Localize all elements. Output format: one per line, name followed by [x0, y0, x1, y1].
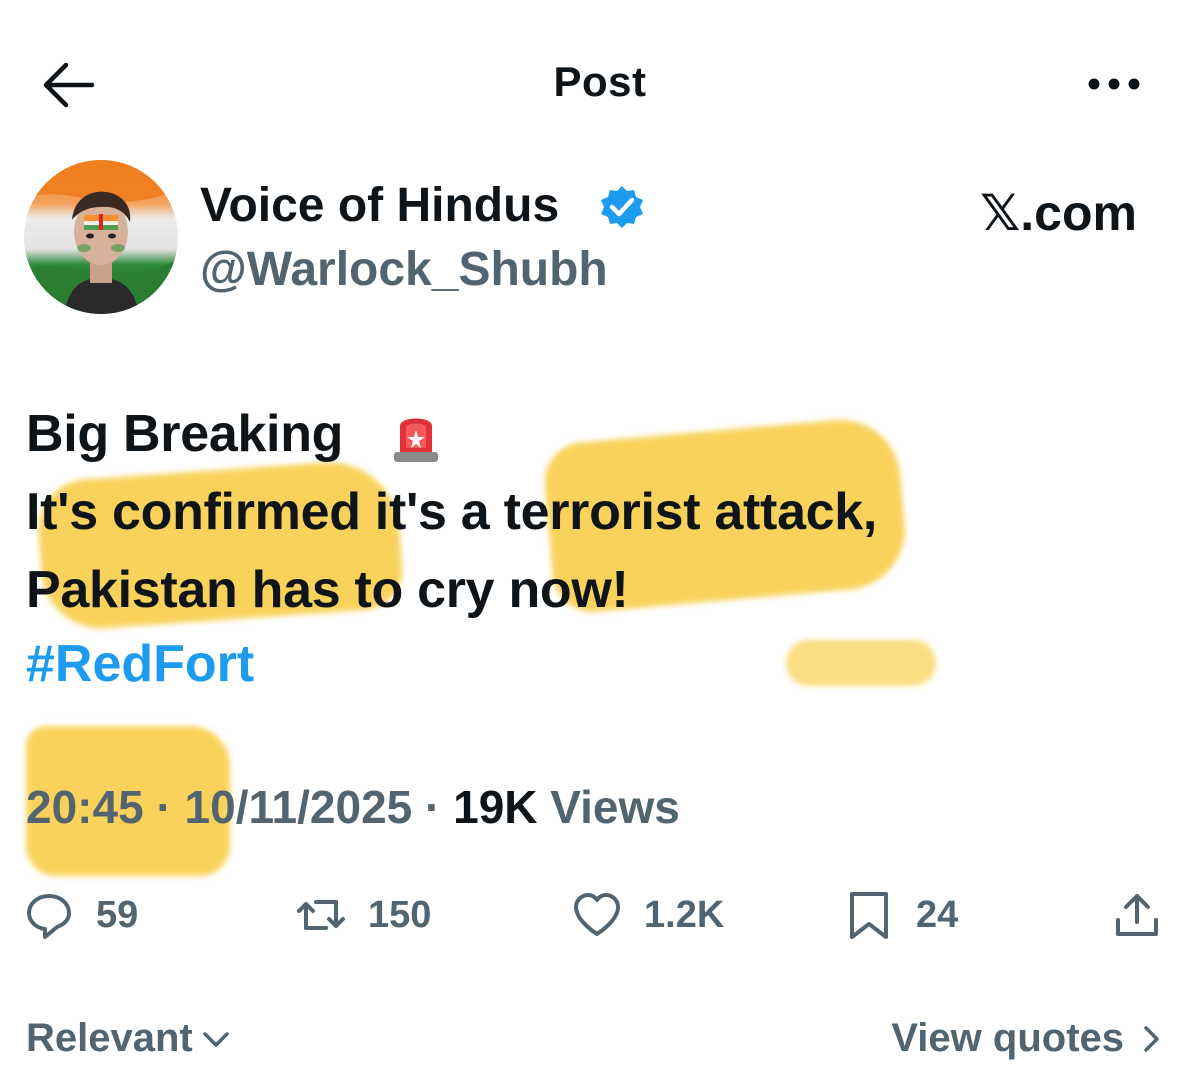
- verified-badge-icon: [598, 184, 646, 232]
- chevron-down-icon: [203, 1031, 229, 1047]
- view-quotes-label: View quotes: [891, 1016, 1124, 1060]
- more-horizontal-icon: [1088, 78, 1140, 90]
- share-icon: [1116, 894, 1158, 936]
- author-handle[interactable]: @Warlock_Shubh: [200, 242, 608, 297]
- like-button[interactable]: 1.2K: [572, 888, 724, 942]
- reply-icon: [27, 894, 71, 939]
- hashtag-link[interactable]: #RedFort: [26, 634, 254, 694]
- page-title: Post: [553, 58, 647, 105]
- author-display-name[interactable]: Voice of Hindus: [200, 178, 559, 233]
- meta-separator: ·: [412, 781, 454, 833]
- more-options-button[interactable]: [1082, 62, 1146, 106]
- views-count[interactable]: 19K: [453, 781, 537, 833]
- post-date: 10/11/2025: [184, 781, 413, 833]
- heart-icon: [574, 893, 620, 936]
- reply-button[interactable]: 59: [24, 888, 138, 942]
- repost-button[interactable]: 150: [296, 888, 431, 942]
- bookmark-icon: [850, 892, 888, 939]
- views-label: Views: [537, 781, 680, 833]
- meta-separator: ·: [143, 781, 185, 833]
- bookmark-button[interactable]: 24: [844, 888, 958, 942]
- highlighter-mark-3: [786, 640, 936, 686]
- repost-count: 150: [368, 893, 432, 936]
- reply-count: 59: [96, 893, 139, 936]
- avatar-portrait-image: [24, 160, 178, 314]
- post-meta: 20:45 · 10/11/2025 · 19K Views: [26, 780, 680, 834]
- like-count: 1.2K: [644, 893, 725, 936]
- bookmark-count: 24: [916, 893, 959, 936]
- post-text-line-3: Pakistan has to cry now!: [26, 561, 629, 619]
- repost-icon: [297, 900, 345, 930]
- sort-label: Relevant: [26, 1016, 193, 1060]
- rotating-light-siren-icon: [390, 408, 442, 464]
- share-button[interactable]: [1112, 888, 1162, 942]
- post-time: 20:45: [26, 781, 144, 833]
- view-quotes-link[interactable]: View quotes: [891, 1016, 1166, 1061]
- chevron-right-icon: [1144, 1025, 1159, 1052]
- watermark-text: 𝕏.com: [980, 185, 1137, 241]
- avatar[interactable]: [24, 160, 178, 314]
- post-text-line-1: Big Breaking: [26, 405, 344, 463]
- sort-dropdown[interactable]: Relevant: [26, 1016, 231, 1061]
- post-text-line-2: It's confirmed it's a terrorist attack,: [26, 483, 878, 541]
